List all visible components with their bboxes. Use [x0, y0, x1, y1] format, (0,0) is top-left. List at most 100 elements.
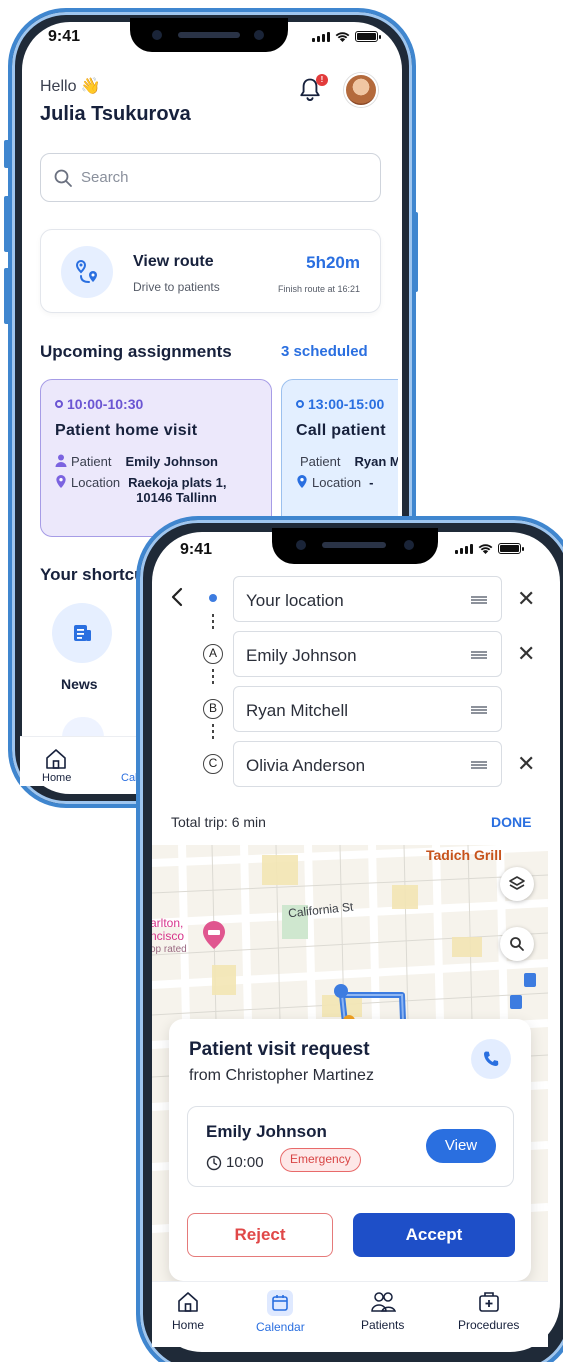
tab-patients[interactable]: Patients: [361, 1290, 404, 1332]
tab-calendar-label: Calendar: [256, 1320, 305, 1334]
location-value: -: [369, 475, 374, 490]
assignment-time: 13:00-15:00: [296, 396, 396, 412]
avatar[interactable]: [344, 73, 378, 107]
upcoming-count-link[interactable]: 3 scheduled: [281, 343, 368, 360]
stop-label: Ryan Mitchell: [246, 701, 349, 720]
wifi-icon: [335, 32, 350, 42]
route-connector: [212, 614, 214, 632]
assignment-time: 10:00-10:30: [55, 396, 257, 412]
phone-icon: [484, 1051, 499, 1066]
phone1-status-icons: [312, 31, 381, 42]
assignment-title: Patient home visit: [55, 422, 198, 439]
location-label: Location: [71, 475, 121, 490]
home-icon[interactable]: [44, 747, 68, 771]
stop-field[interactable]: Emily Johnson: [233, 631, 502, 677]
search-placeholder: Search: [81, 169, 129, 186]
request-time-text: 10:00: [226, 1154, 264, 1171]
tab-home-label: Home: [172, 1318, 205, 1332]
stop-marker-a: A: [203, 644, 223, 664]
location-pin-icon: [56, 475, 66, 488]
phone1-notch: [130, 18, 288, 52]
assignment-card[interactable]: 10:00-10:30 Patient home visit Patient E…: [40, 379, 272, 537]
hotel-pin-icon[interactable]: [203, 921, 225, 949]
remove-stop-icon[interactable]: ✕: [517, 641, 535, 667]
trip-summary: Total trip: 6 min: [171, 814, 266, 830]
route-finish-time: Finish route at 16:21: [277, 284, 360, 294]
location-pin-icon: [297, 475, 307, 488]
phone2-notch: [272, 528, 438, 564]
clock-dot-icon: [296, 400, 304, 408]
stop-field[interactable]: Your location: [233, 576, 502, 622]
stop-field[interactable]: Ryan Mitchell: [233, 686, 502, 732]
done-button[interactable]: DONE: [491, 814, 531, 830]
assignment-title: Call patient: [296, 422, 386, 439]
view-button[interactable]: View: [426, 1129, 496, 1163]
route-duration: 5h20m: [306, 253, 360, 272]
layers-button[interactable]: [500, 867, 534, 901]
stop-marker-b: B: [203, 699, 223, 719]
phone1-status-time: 9:41: [48, 28, 81, 45]
notification-badge: !: [316, 74, 328, 86]
stop-marker-c: C: [203, 754, 223, 774]
tab-home[interactable]: Home: [172, 1290, 204, 1332]
emergency-badge: Emergency: [280, 1148, 361, 1172]
drag-handle-icon[interactable]: [471, 706, 487, 714]
reject-button[interactable]: Reject: [187, 1213, 333, 1257]
request-patient-card: Emily Johnson 10:00 Emergency View: [187, 1106, 514, 1187]
calendar-icon: [267, 1290, 294, 1316]
map-label-hotel: arlton, ncisco op rated: [152, 917, 187, 956]
request-from: from Christopher Martinez: [189, 1067, 374, 1084]
phone2-status-time: 9:41: [180, 541, 213, 558]
route-icon: [61, 246, 113, 298]
search-input[interactable]: Search: [40, 153, 381, 202]
news-icon: [74, 625, 91, 641]
tab-calendar[interactable]: Calendar: [256, 1290, 305, 1334]
hotel-line3: op rated: [152, 944, 187, 955]
drag-handle-icon[interactable]: [471, 761, 487, 769]
battery-icon: [498, 543, 524, 554]
request-title: Patient visit request: [189, 1039, 370, 1060]
wifi-icon: [478, 544, 493, 554]
drag-handle-icon[interactable]: [471, 651, 487, 659]
tab-procedures[interactable]: Procedures: [458, 1290, 519, 1332]
clock-dot-icon: [55, 400, 63, 408]
request-time: 10:00: [206, 1154, 264, 1171]
patients-icon: [370, 1292, 396, 1312]
map-search-button[interactable]: [500, 927, 534, 961]
patient-name: Ryan Mitchell: [354, 454, 398, 469]
shortcut-news[interactable]: [52, 603, 112, 663]
transit-icon: [524, 973, 536, 987]
stop-field[interactable]: Olivia Anderson: [233, 741, 502, 787]
accept-button[interactable]: Accept: [353, 1213, 515, 1257]
transit-icon: [510, 995, 522, 1009]
layers-icon: [509, 876, 525, 890]
view-route-card[interactable]: View route Drive to patients 5h20m Finis…: [40, 229, 381, 313]
back-chevron-icon[interactable]: [168, 586, 186, 608]
route-title: View route: [133, 253, 214, 270]
person-icon: [55, 454, 67, 467]
greeting: Hello 👋: [40, 78, 101, 95]
stop-label: Olivia Anderson: [246, 756, 366, 775]
battery-icon: [355, 31, 381, 42]
stop-label: Emily Johnson: [246, 646, 357, 665]
location-label: Location: [312, 475, 362, 490]
user-name: Julia Tsukurova: [40, 103, 191, 125]
search-icon: [54, 169, 72, 187]
tab-procedures-label: Procedures: [458, 1318, 520, 1332]
location-line2: 10146 Tallinn: [136, 490, 217, 505]
tab-home-label[interactable]: Home: [42, 772, 71, 784]
call-button[interactable]: [471, 1039, 511, 1079]
remove-stop-icon[interactable]: ✕: [517, 586, 535, 612]
assignment-patient-row: Patient Emily Johnson: [55, 454, 257, 469]
visit-request-card: Patient visit request from Christopher M…: [169, 1019, 531, 1281]
tab-patients-label: Patients: [361, 1318, 405, 1332]
assignment-time-text: 10:00-10:30: [67, 396, 144, 412]
assignment-location-row: Location Raekoja plats 1, 10146 Tallinn: [55, 475, 257, 505]
request-patient-name: Emily Johnson: [206, 1122, 327, 1141]
location-value: Raekoja plats 1, 10146 Tallinn: [128, 475, 226, 505]
assignment-patient-row: Patient Ryan Mitchell: [296, 454, 398, 469]
hotel-line2: ncisco: [152, 929, 185, 943]
assignment-card[interactable]: 13:00-15:00 Call patient Patient Ryan Mi…: [281, 379, 398, 537]
drag-handle-icon[interactable]: [471, 596, 487, 604]
remove-stop-icon[interactable]: ✕: [517, 751, 535, 777]
